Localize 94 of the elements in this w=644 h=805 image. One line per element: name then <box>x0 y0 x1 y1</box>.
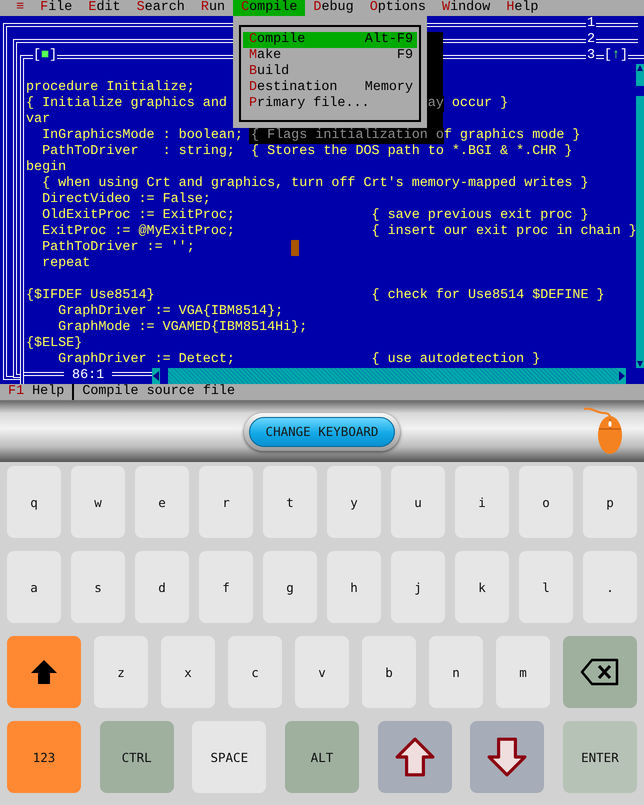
letter-key[interactable]: g <box>263 551 317 623</box>
enter-key[interactable]: ENTER <box>562 721 637 793</box>
letter-key[interactable]: d <box>135 551 189 623</box>
help-key[interactable]: F1 Help <box>0 384 72 400</box>
code-line: { when using Crt and graphics, turn off Crt's memory-mapped writes } <box>41 176 588 192</box>
code-comment: { insert our exit proc in chain } <box>372 224 637 240</box>
letter-key[interactable]: y <box>327 466 381 538</box>
up-arrow-icon <box>29 657 59 687</box>
letter-key[interactable]: b <box>362 636 416 708</box>
zoom-button[interactable]: [↑] <box>604 48 628 64</box>
menu-item[interactable]: Primary file... <box>243 96 417 112</box>
menu-item[interactable]: Compile Alt-F9 <box>243 32 417 48</box>
down-arrow-icon <box>636 360 644 368</box>
code-line: GraphDriver := Detect; <box>57 352 236 368</box>
letter-key[interactable]: a <box>7 551 61 623</box>
code-line: DirectVideo := False; <box>41 192 211 208</box>
code-line: begin <box>26 160 66 176</box>
change-keyboard-button[interactable]: CHANGE KEYBOARD <box>248 416 396 446</box>
backspace-key[interactable] <box>563 636 637 708</box>
letter-key[interactable]: . <box>583 551 637 623</box>
shaded-code: { Flags initialization o <box>251 128 444 144</box>
code-comment: { save previous exit proc } <box>372 208 588 224</box>
vertical-scrollbar[interactable] <box>636 64 644 368</box>
code-line: PathToDriver : string; { Stores the DOS path to *.BGI & *.CHR } <box>41 144 572 160</box>
letter-key[interactable]: j <box>391 551 445 623</box>
shift-key[interactable] <box>7 636 81 708</box>
code-line: {$IFDEF Use8514} <box>26 288 156 304</box>
up-arrow-icon <box>636 64 644 72</box>
letter-key[interactable]: m <box>496 636 550 708</box>
menu-item[interactable]: Run <box>192 0 234 16</box>
menu-item[interactable]: Build <box>243 64 417 80</box>
letter-key[interactable]: x <box>161 636 215 708</box>
menu-item[interactable]: Window <box>434 0 498 16</box>
up-arrow-key[interactable] <box>378 721 452 793</box>
code-line: var <box>26 112 50 128</box>
letter-key[interactable]: r <box>199 466 253 538</box>
status-hint: Compile source file <box>81 384 236 400</box>
letter-key[interactable]: c <box>228 636 282 708</box>
close-button[interactable]: [■] <box>33 48 58 64</box>
modifier-key[interactable]: ALT <box>284 721 359 793</box>
menu-item[interactable]: Options <box>362 0 434 16</box>
code-line: PathToDriver := ''; <box>41 240 195 256</box>
letter-key[interactable]: l <box>519 551 573 623</box>
letter-key[interactable]: o <box>519 466 573 538</box>
numbers-key[interactable]: 123 <box>7 721 81 793</box>
right-arrow-icon <box>618 368 626 384</box>
code-line: {$ELSE} <box>26 336 82 352</box>
code-line: procedure Initialize; <box>26 80 195 96</box>
code-line: GraphDriver := VGA{IBM8514}; <box>57 304 284 320</box>
code-line: InGraphicsMode : boolean; <box>41 128 243 144</box>
letter-key[interactable]: w <box>71 466 125 538</box>
code-line: repeat <box>41 256 90 272</box>
letter-key[interactable]: v <box>295 636 349 708</box>
menu-item[interactable]: Destination Memory <box>243 80 417 96</box>
menu-item[interactable]: Make F9 <box>243 48 417 64</box>
code-line: { Initialize graphics and <box>26 96 227 112</box>
down-arrow-key[interactable] <box>470 721 544 793</box>
modifier-key[interactable]: CTRL <box>100 721 174 793</box>
menu-item[interactable]: Search <box>128 0 193 16</box>
scroll-thumb[interactable] <box>636 86 644 96</box>
letter-key[interactable]: s <box>71 551 125 623</box>
scroll-thumb[interactable] <box>160 368 168 384</box>
letter-key[interactable]: u <box>391 466 445 538</box>
code-line: OldExitProc := ExitProc; <box>41 208 236 224</box>
letter-key[interactable]: p <box>583 466 637 538</box>
down-arrow-icon <box>486 736 528 778</box>
up-arrow-icon <box>394 736 436 778</box>
letter-key[interactable]: n <box>429 636 483 708</box>
left-arrow-icon <box>152 368 160 384</box>
letter-key[interactable]: h <box>327 551 381 623</box>
code-line: occur } <box>450 96 508 112</box>
letter-key[interactable]: e <box>135 466 189 538</box>
menu-item[interactable]: Compile <box>233 0 306 16</box>
horizontal-scrollbar[interactable] <box>152 368 626 384</box>
backspace-icon <box>580 657 620 687</box>
letter-key[interactable]: i <box>455 466 509 538</box>
code-comment: { use autodetection } <box>372 352 540 368</box>
mouse-icon[interactable] <box>582 405 622 457</box>
letter-key[interactable]: f <box>199 551 253 623</box>
letter-key[interactable]: z <box>94 636 148 708</box>
code-line: GraphMode := VGAMED{IBM8514Hi}; <box>57 320 308 336</box>
letter-key[interactable]: t <box>263 466 317 538</box>
space-key[interactable]: SPACE <box>192 721 266 793</box>
code-comment: { check for Use8514 $DEFINE } <box>372 288 605 304</box>
letter-key[interactable]: k <box>455 551 509 623</box>
code-line: f graphics mode } <box>444 128 580 144</box>
cursor-position: 86:1 <box>71 368 106 384</box>
letter-key[interactable]: q <box>7 466 61 538</box>
menu-item[interactable]: Debug <box>305 0 362 16</box>
menu-item[interactable]: File <box>32 0 80 16</box>
menu-item[interactable]: Help <box>498 0 546 16</box>
shaded-code: ay <box>428 96 444 112</box>
code-line: ExitProc := @MyExitProc; <box>41 224 236 240</box>
menu-item[interactable]: Edit <box>80 0 129 16</box>
